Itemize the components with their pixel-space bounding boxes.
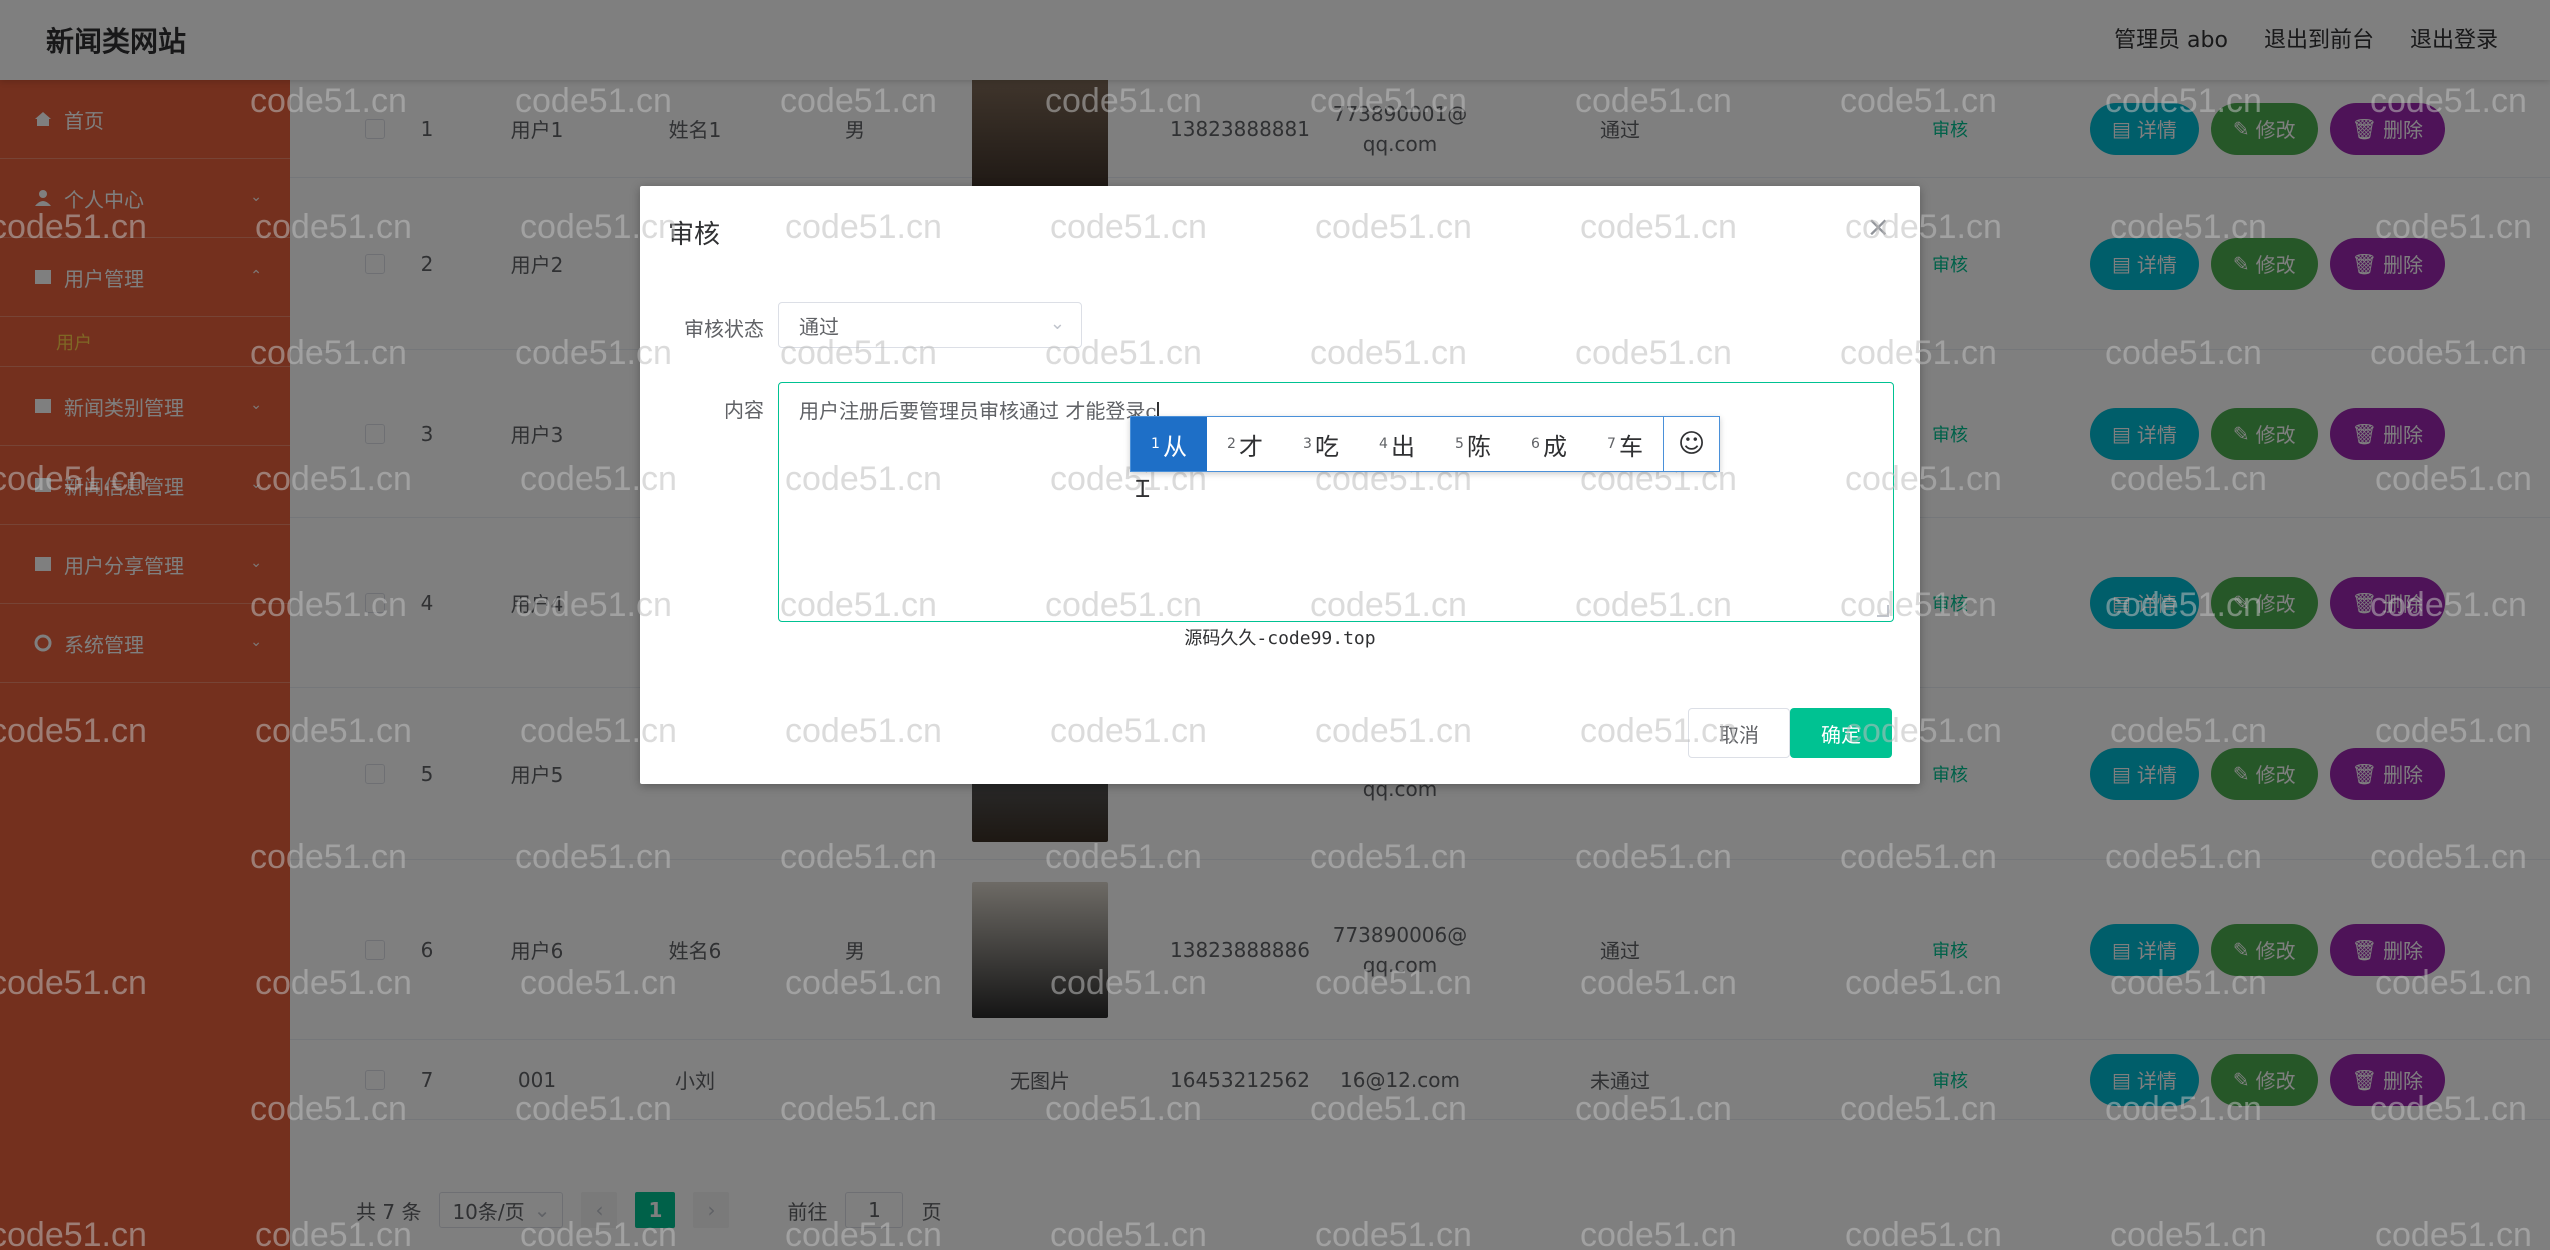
candidate-number: 3 xyxy=(1303,436,1312,452)
content-text: 用户注册后要管理员审核通过 才能登录c xyxy=(799,399,1157,423)
candidate-char: 才 xyxy=(1238,432,1263,461)
candidate-char: 出 xyxy=(1390,432,1415,461)
dialog-title: 审核 xyxy=(668,220,721,250)
status-select[interactable]: 通过 ⌄ xyxy=(778,302,1082,348)
ime-candidate[interactable]: 5陈 xyxy=(1435,417,1511,471)
candidate-number: 5 xyxy=(1455,436,1464,452)
source-watermark-text: 源码久久-code99.top xyxy=(1184,628,1376,649)
content-label: 内容 xyxy=(724,398,764,422)
confirm-button[interactable]: 确定 xyxy=(1790,708,1892,758)
chevron-down-icon: ⌄ xyxy=(1049,313,1065,334)
candidate-number: 2 xyxy=(1227,436,1236,452)
status-select-value: 通过 xyxy=(799,314,839,339)
candidate-number: 4 xyxy=(1379,436,1388,452)
ime-candidate[interactable]: 2才 xyxy=(1207,417,1283,471)
ime-candidate[interactable]: 3吃 xyxy=(1283,417,1359,471)
candidate-char: 从 xyxy=(1162,432,1187,461)
cancel-button[interactable]: 取消 xyxy=(1688,708,1790,758)
text-cursor-icon: Ɪ xyxy=(1136,475,1150,503)
candidate-number: 1 xyxy=(1151,436,1160,452)
candidate-number: 6 xyxy=(1531,436,1540,452)
candidate-number: 7 xyxy=(1607,436,1616,452)
candidate-char: 成 xyxy=(1542,432,1567,461)
candidate-char: 吃 xyxy=(1314,432,1339,461)
emoji-icon[interactable]: ☺ xyxy=(1663,417,1719,471)
ime-candidate[interactable]: 6成 xyxy=(1511,417,1587,471)
ime-candidate[interactable]: 4出 xyxy=(1359,417,1435,471)
ime-candidate[interactable]: 1从 xyxy=(1131,417,1207,471)
candidate-char: 车 xyxy=(1618,432,1643,461)
ime-candidate-bar: 1从 2才 3吃 4出 5陈 6成 7车 ☺ xyxy=(1130,416,1720,472)
candidate-char: 陈 xyxy=(1466,432,1491,461)
status-label: 审核状态 xyxy=(684,317,764,341)
ime-candidate[interactable]: 7车 xyxy=(1587,417,1663,471)
resize-handle[interactable] xyxy=(1877,605,1889,617)
close-icon[interactable]: × xyxy=(1867,210,1890,243)
audit-dialog: 审核 × 审核状态 通过 ⌄ 内容 用户注册后要管理员审核通过 才能登录c 源码… xyxy=(640,186,1920,784)
